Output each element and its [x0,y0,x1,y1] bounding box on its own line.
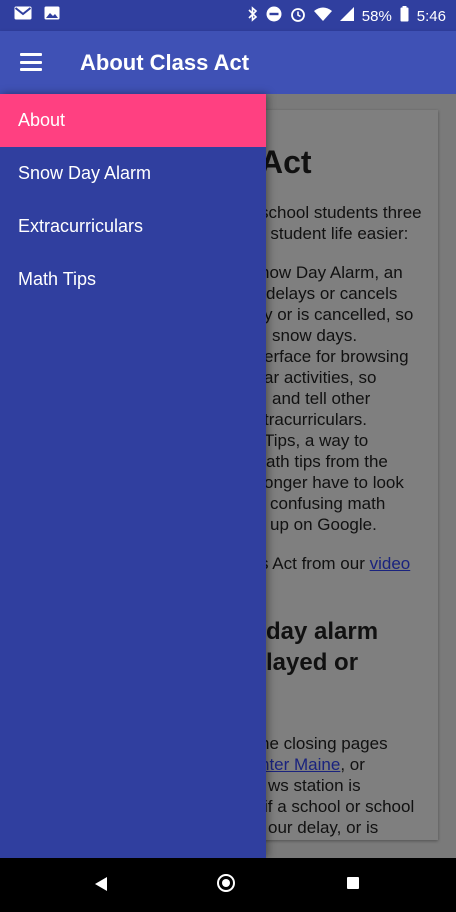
signal-icon [339,7,354,25]
do-not-disturb-icon [266,6,282,26]
closing-line-2-suffix: , or [340,755,365,774]
recents-icon[interactable] [347,877,359,889]
list-line: ar activities, so [264,368,377,387]
image-icon [44,6,60,24]
wifi-icon [313,7,332,25]
section-heading-line-2: layed or [266,649,359,676]
battery-icon [400,6,409,26]
list-line: y or is cancelled, so [264,305,414,324]
status-bar-notifications [14,6,60,24]
system-nav-bar [0,858,456,912]
list-line: erface for browsing [264,347,409,366]
video-link[interactable]: video [370,554,411,573]
video-line: s Act from our video [260,553,456,574]
list-line: and tell other [272,389,371,408]
list-line: tracurriculars. [264,410,367,429]
list-line: ath tips from the [266,452,388,471]
app-bar: About Class Act [0,31,456,94]
drawer-item-snow-day-alarm[interactable]: Snow Day Alarm [0,147,266,200]
navigation-drawer: About Snow Day Alarm Extracurriculars Ma… [0,94,266,858]
section-heading-line-1: day alarm [266,618,379,645]
list-line: up on Google. [270,515,377,534]
bluetooth-icon [248,6,258,26]
page-title: About Class Act [80,50,250,75]
status-bar-system: 58% 5:46 [248,6,446,26]
closing-line-4: if a school or school [264,797,415,816]
back-icon[interactable] [95,877,107,891]
drawer-item-about[interactable]: About [0,94,266,147]
clock: 5:46 [416,7,446,25]
drawer-item-extracurriculars[interactable]: Extracurriculars [0,200,266,253]
closing-link[interactable]: nter Maine [260,755,340,774]
home-icon[interactable] [217,874,235,892]
closing-line-1: he closing pages [260,734,388,753]
about-heading: Act [260,144,312,180]
drawer-item-math-tips[interactable]: Math Tips [0,253,266,306]
list-line: delays or cancels [266,284,398,303]
closing-line-2: nter Maine, or [260,754,456,775]
closing-line-5: our delay, or is [268,818,379,837]
hamburger-menu-icon[interactable] [20,53,42,71]
list-line: now Day Alarm, an [260,263,403,282]
intro-line-1: school students three [260,203,422,222]
video-text: s Act from our [260,554,365,573]
gmail-icon [14,6,32,24]
closing-line-3: ws station is [268,776,361,795]
list-line: snow days. [272,326,358,345]
status-bar: 58% 5:46 [0,0,456,31]
intro-line-2: r student life easier: [260,224,409,243]
list-line: onger have to look [264,473,404,492]
alarm-icon [290,6,306,26]
list-line: Tips, a way to [264,431,369,450]
list-line: confusing math [270,494,386,513]
battery-percent: 58% [361,7,392,25]
